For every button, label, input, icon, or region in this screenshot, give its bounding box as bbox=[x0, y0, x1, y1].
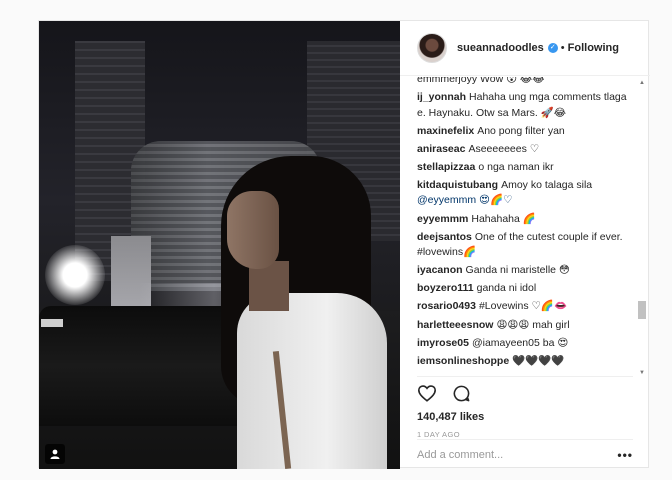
comment-item: kitdaquistubang Amoy ko talaga sila @eyyem… bbox=[417, 178, 629, 209]
post-side-panel: sueannadoodles ✓ • Following emmmerjoyy … bbox=[400, 21, 650, 469]
header-separator: • bbox=[560, 42, 565, 54]
comment-item: iyacanon Ganda ni maristelle 😳 bbox=[417, 263, 629, 279]
comments-list[interactable]: emmmerjoyy Wow 😮 😂😂 ij_yonnah Hahaha ung … bbox=[400, 77, 650, 379]
comment-item: emmmerjoyy Wow 😮 😂😂 bbox=[417, 77, 545, 85]
comment-text: 😩😩😩 mah girl bbox=[496, 318, 570, 331]
photo-license-plate bbox=[41, 319, 63, 327]
likes-count[interactable]: 140,487 likes bbox=[417, 411, 484, 423]
add-comment-bar: ••• bbox=[417, 439, 633, 469]
comment-text: o nga naman ikr bbox=[478, 160, 554, 173]
comment-text: Ano pong filter yan bbox=[477, 124, 565, 137]
comment-item: boyzero111 ganda ni idol bbox=[417, 281, 629, 297]
scroll-up-icon[interactable]: ▲ bbox=[638, 79, 646, 87]
comment-item: eyyemmm Hahahaha 🌈 bbox=[417, 212, 629, 228]
post-photo[interactable] bbox=[39, 21, 400, 469]
comment-text: #Lovewins ♡🌈👄 bbox=[478, 300, 568, 313]
post-card: sueannadoodles ✓ • Following emmmerjoyy … bbox=[38, 20, 650, 469]
comment-username[interactable]: eyyemmm bbox=[417, 213, 468, 225]
post-timestamp[interactable]: 1 DAY AGO bbox=[417, 430, 460, 439]
user-tag-icon[interactable] bbox=[45, 444, 65, 464]
comment-username[interactable]: aniraseac bbox=[417, 143, 465, 155]
comment-username[interactable]: rosario0493 bbox=[417, 300, 476, 312]
comment-username[interactable]: harletteeesnow bbox=[417, 319, 493, 331]
post-actions bbox=[417, 383, 471, 403]
comment-username[interactable]: iyacanon bbox=[417, 264, 463, 276]
comments-scroll-content: emmmerjoyy Wow 😮 😂😂 ij_yonnah Hahaha ung … bbox=[417, 77, 629, 372]
comment-item: harletteeesnow 😩😩😩 mah girl bbox=[417, 318, 629, 334]
comment-username[interactable]: maxinefelix bbox=[417, 125, 474, 137]
avatar[interactable] bbox=[417, 33, 447, 63]
comment-text: Hahahaha 🌈 bbox=[471, 212, 536, 225]
comment-username[interactable]: imyrose05 bbox=[417, 337, 469, 349]
comment-item: rosario0493 #Lovewins ♡🌈👄 bbox=[417, 299, 629, 315]
comment-text: @iamayeen05 ba 😍 bbox=[471, 336, 569, 349]
comment-item: ij_yonnah Hahaha ung mga comments tlaga e… bbox=[417, 90, 629, 121]
comment-item: imyrose05 @iamayeen05 ba 😍 bbox=[417, 336, 629, 352]
more-options-icon[interactable]: ••• bbox=[617, 448, 633, 462]
comment-text: Amoy ko talaga sila bbox=[501, 178, 593, 191]
add-comment-input[interactable] bbox=[417, 448, 597, 461]
following-button[interactable]: Following bbox=[568, 42, 619, 54]
photo-person-face bbox=[227, 191, 279, 269]
actions-divider bbox=[417, 376, 633, 377]
scroll-down-icon[interactable]: ▼ bbox=[638, 369, 646, 377]
heart-icon[interactable] bbox=[417, 383, 437, 403]
comment-item: stellapizzaa o nga naman ikr bbox=[417, 160, 629, 176]
comment-text: Ganda ni maristelle 😳 bbox=[465, 264, 570, 277]
comment-item: aniraseac Aseeeeeees ♡ bbox=[417, 142, 629, 158]
comment-text: Aseeeeeees ♡ bbox=[468, 142, 540, 155]
verified-badge-icon: ✓ bbox=[547, 43, 558, 53]
photo-bright-light bbox=[45, 245, 105, 305]
comment-text: 🖤🖤🖤🖤 bbox=[512, 354, 565, 367]
comment-username[interactable]: kitdaquistubang bbox=[417, 179, 498, 191]
comment-mention[interactable]: @eyyemmm 😍🌈♡ bbox=[417, 194, 512, 206]
comment-username[interactable]: deejsantos bbox=[417, 231, 472, 243]
comment-item: maxinefelix Ano pong filter yan bbox=[417, 124, 629, 140]
comment-username[interactable]: iemsonlineshoppe bbox=[417, 355, 509, 367]
comment-bubble-icon[interactable] bbox=[451, 383, 471, 403]
photo-person-shirt bbox=[237, 293, 387, 469]
comments-scrollbar[interactable]: ▲ ▼ bbox=[637, 79, 647, 379]
comment-item: deejsantos One of the cutest couple if ev… bbox=[417, 230, 629, 261]
scrollbar-thumb[interactable] bbox=[638, 301, 646, 319]
post-username[interactable]: sueannadoodles bbox=[457, 42, 544, 54]
comment-username[interactable]: ij_yonnah bbox=[417, 91, 466, 103]
comment-username[interactable]: stellapizzaa bbox=[417, 161, 475, 173]
comment-text: ganda ni idol bbox=[476, 282, 537, 295]
post-header: sueannadoodles ✓ • Following bbox=[400, 21, 650, 76]
comment-item: iemsonlineshoppe 🖤🖤🖤🖤 bbox=[417, 354, 629, 370]
comment-username[interactable]: boyzero111 bbox=[417, 282, 474, 294]
